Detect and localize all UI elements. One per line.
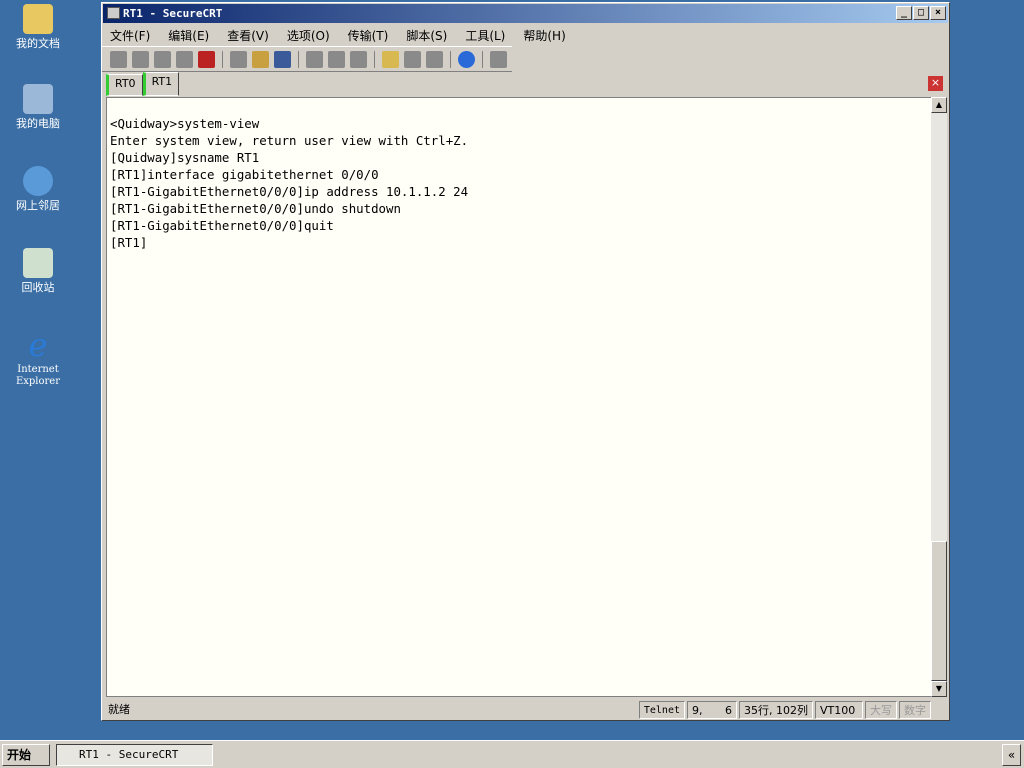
- desktop-icon-recycle-bin[interactable]: 回收站: [4, 248, 72, 294]
- menu-bar: 文件(F) 编辑(E) 查看(V) 选项(O) 传输(T) 脚本(S) 工具(L…: [102, 24, 949, 46]
- global-options-icon[interactable]: [404, 50, 421, 68]
- session-tabs: RT0 RT1: [106, 72, 180, 96]
- menu-view[interactable]: 查看(V): [227, 27, 269, 44]
- menu-file[interactable]: 文件(F): [110, 27, 150, 44]
- menu-script[interactable]: 脚本(S): [406, 27, 447, 44]
- separator: [450, 50, 451, 68]
- cursor-col: 6: [725, 704, 732, 717]
- recycle-bin-icon: [23, 248, 53, 278]
- find-icon[interactable]: [274, 50, 291, 68]
- help-icon[interactable]: [458, 50, 475, 68]
- minimize-button[interactable]: _: [896, 6, 912, 20]
- securecrt-window: RT1 - SecureCRT _ □ × 文件(F) 编辑(E) 查看(V) …: [101, 2, 950, 721]
- desktop-icon-my-computer[interactable]: 我的电脑: [4, 84, 72, 130]
- terminal-output[interactable]: <Quidway>system-view Enter system view, r…: [106, 97, 932, 697]
- separator: [482, 50, 483, 68]
- taskbar: 开始 RT1 - SecureCRT «: [0, 740, 1024, 768]
- terminal-line: [RT1-GigabitEthernet0/0/0]ip address 10.…: [110, 184, 469, 199]
- copy-icon[interactable]: [230, 50, 247, 68]
- scroll-up-button[interactable]: ▲: [931, 97, 947, 113]
- start-button[interactable]: 开始: [2, 744, 50, 766]
- menu-help[interactable]: 帮助(H): [523, 27, 565, 44]
- terminal-line: [RT1-GigabitEthernet0/0/0]quit: [110, 218, 334, 233]
- separator: [374, 50, 375, 68]
- status-emulation: VT100: [815, 701, 863, 719]
- scroll-down-button[interactable]: ▼: [931, 681, 947, 697]
- session-options-icon[interactable]: [382, 50, 399, 68]
- terminal-line: [RT1]interface gigabitethernet 0/0/0: [110, 167, 379, 182]
- vertical-scrollbar[interactable]: ▲ ▼: [931, 97, 947, 697]
- terminal-line: [Quidway]sysname RT1: [110, 150, 260, 165]
- print-selection-icon[interactable]: [328, 50, 345, 68]
- computer-icon: [23, 84, 53, 114]
- expand-tray-button[interactable]: «: [1002, 744, 1021, 766]
- menu-tools[interactable]: 工具(L): [465, 27, 505, 44]
- connect-tab-icon[interactable]: [154, 50, 171, 68]
- start-label: 开始: [7, 748, 32, 762]
- terminal-line: [RT1]: [110, 235, 148, 250]
- terminal-line: <Quidway>system-view: [110, 116, 260, 131]
- print-icon[interactable]: [306, 50, 323, 68]
- connect-icon[interactable]: [110, 50, 127, 68]
- toolbar: [102, 46, 512, 72]
- title-bar[interactable]: RT1 - SecureCRT _ □ ×: [103, 4, 948, 23]
- status-protocol: Telnet: [638, 701, 685, 719]
- tab-rt0[interactable]: RT0: [106, 74, 143, 96]
- desktop-icon-network[interactable]: 网上邻居: [4, 166, 72, 212]
- scroll-thumb[interactable]: [931, 541, 947, 681]
- sftp-icon[interactable]: [490, 50, 507, 68]
- menu-edit[interactable]: 编辑(E): [168, 27, 209, 44]
- keymap-icon[interactable]: [426, 50, 443, 68]
- paste-icon[interactable]: [252, 50, 269, 68]
- resize-grip-icon[interactable]: [931, 701, 947, 719]
- close-tab-icon[interactable]: ×: [928, 76, 943, 91]
- close-button[interactable]: ×: [930, 6, 946, 20]
- app-icon: [107, 7, 120, 19]
- status-caps: 大写: [865, 701, 897, 719]
- status-num: 数字: [899, 701, 931, 719]
- printer-icon[interactable]: [350, 50, 367, 68]
- desktop-icon-my-documents[interactable]: 我的文档: [4, 4, 72, 50]
- desktop-icon-ie[interactable]: e Internet Explorer: [4, 326, 72, 388]
- menu-options[interactable]: 选项(O): [287, 27, 330, 44]
- disconnect-icon[interactable]: [198, 50, 215, 68]
- taskbar-item-securecrt[interactable]: RT1 - SecureCRT: [56, 744, 213, 766]
- status-bar: 就绪 Telnet 9, 6 35行, 102列 VT100 大写 数字: [106, 701, 947, 719]
- status-cursor: 9, 6: [687, 701, 737, 719]
- status-ready: 就绪: [108, 703, 130, 716]
- cursor-row: 9,: [692, 704, 703, 717]
- ie-icon: e: [28, 326, 48, 364]
- separator: [298, 50, 299, 68]
- terminal-line: [RT1-GigabitEthernet0/0/0]undo shutdown: [110, 201, 401, 216]
- terminal-line: Enter system view, return user view with…: [110, 133, 469, 148]
- separator: [222, 50, 223, 68]
- network-icon: [23, 166, 53, 196]
- status-size: 35行, 102列: [739, 701, 813, 719]
- folder-icon: [23, 4, 53, 34]
- tab-rt1[interactable]: RT1: [142, 72, 180, 96]
- reconnect-icon[interactable]: [176, 50, 193, 68]
- quick-connect-icon[interactable]: [132, 50, 149, 68]
- task-label: RT1 - SecureCRT: [79, 748, 179, 761]
- maximize-button[interactable]: □: [913, 6, 929, 20]
- menu-transfer[interactable]: 传输(T): [348, 27, 389, 44]
